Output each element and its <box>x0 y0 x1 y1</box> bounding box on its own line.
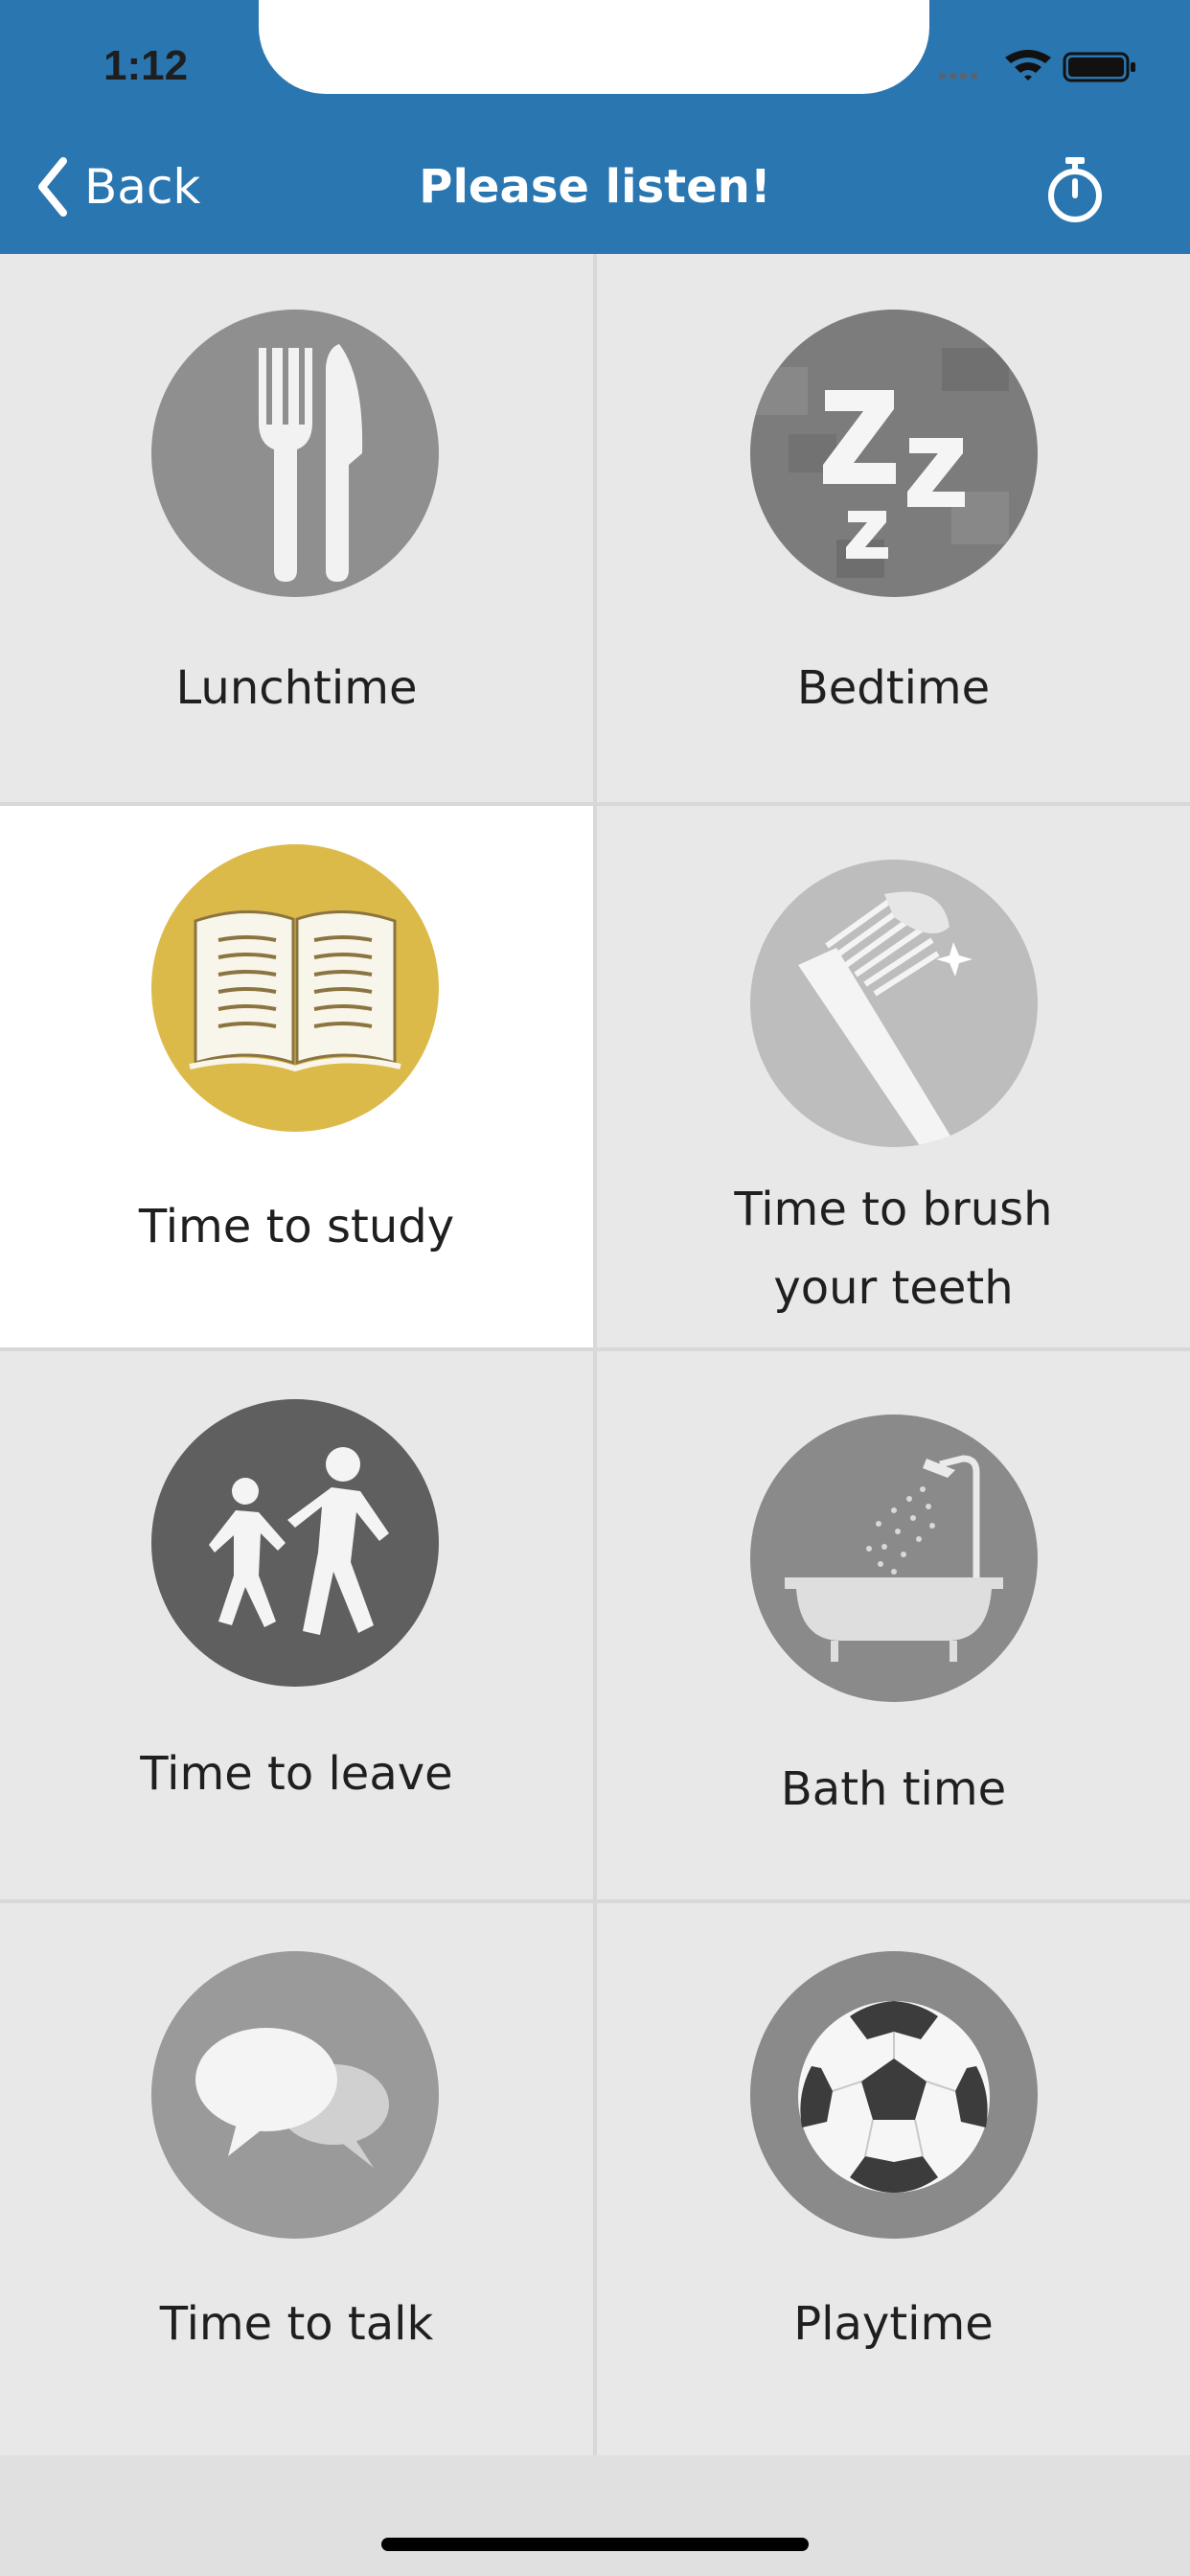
open-book-icon <box>151 844 439 1132</box>
grid-divider <box>0 1899 1190 1903</box>
activity-label: Bedtime <box>796 661 991 715</box>
toothbrush-icon <box>750 860 1038 1147</box>
grid-divider <box>593 254 597 2455</box>
bathtub-icon <box>750 1414 1038 1702</box>
activity-label: Time to talk <box>159 2297 434 2351</box>
device-notch <box>259 0 929 94</box>
activity-grid: Lunchtime Bedtime Time to study Time to … <box>0 254 1190 2455</box>
home-indicator[interactable] <box>381 2538 809 2551</box>
soccer-ball-icon <box>750 1951 1038 2239</box>
walking-people-icon <box>151 1399 439 1687</box>
activity-lunchtime[interactable]: Lunchtime <box>0 254 593 802</box>
battery-icon <box>1063 52 1135 82</box>
activity-label: Bath time <box>780 1762 1007 1816</box>
activity-time-to-leave[interactable]: Time to leave <box>0 1351 593 1899</box>
activity-label-line1: Time to brush <box>734 1183 1053 1236</box>
speech-bubbles-icon <box>151 1951 439 2239</box>
sleep-zzz-icon <box>750 310 1038 597</box>
fork-knife-icon <box>151 310 439 597</box>
cellular-signal-icon <box>939 73 977 79</box>
activity-label: Time to study <box>138 1200 455 1254</box>
activity-label: Time to leave <box>140 1747 453 1801</box>
grid-divider <box>0 802 1190 806</box>
activity-time-to-brush-teeth[interactable]: Time to brush your teeth <box>597 806 1190 1347</box>
activity-time-to-talk[interactable]: Time to talk <box>0 1903 593 2455</box>
activity-time-to-study[interactable]: Time to study <box>0 806 593 1347</box>
grid-divider <box>0 1347 1190 1351</box>
stopwatch-icon[interactable] <box>1044 155 1106 224</box>
page-title: Please listen! <box>419 160 771 214</box>
activity-label: Playtime <box>793 2297 994 2351</box>
activity-bath-time[interactable]: Bath time <box>597 1351 1190 1899</box>
activity-label-line2: your teeth <box>773 1261 1014 1315</box>
status-icons <box>939 50 1135 82</box>
wifi-icon <box>1005 50 1051 80</box>
activity-playtime[interactable]: Playtime <box>597 1903 1190 2455</box>
status-time: 1:12 <box>103 42 189 89</box>
activity-label: Lunchtime <box>175 661 418 715</box>
activity-bedtime[interactable]: Bedtime <box>597 254 1190 802</box>
bottom-safe-area <box>0 2455 1190 2576</box>
